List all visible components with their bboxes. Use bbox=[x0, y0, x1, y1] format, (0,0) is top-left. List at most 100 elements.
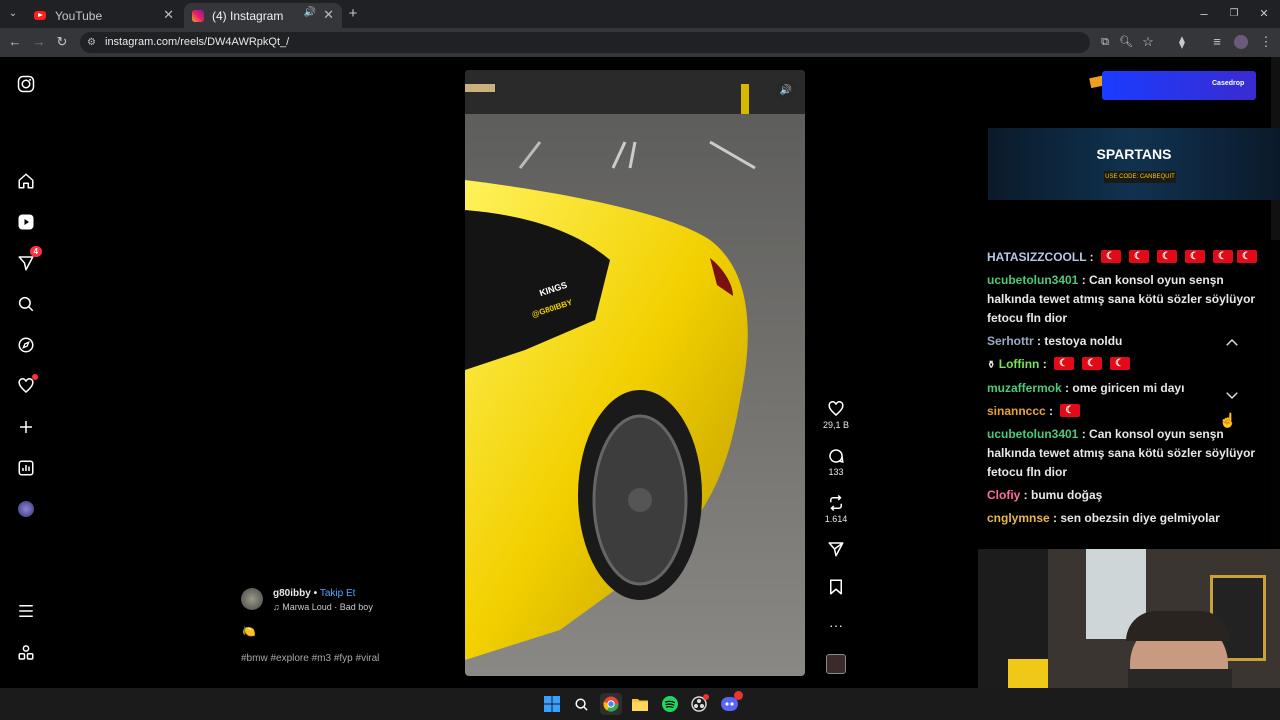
chat-username: ucubetolun3401 bbox=[987, 427, 1079, 441]
chat-message: ucubetolun3401 : Can konsol oyun senşn h… bbox=[987, 273, 1256, 325]
close-window-icon[interactable]: ✕ bbox=[1256, 6, 1272, 22]
speaker-icon[interactable]: 🔊 bbox=[304, 7, 316, 18]
previous-reel-chevron-up-icon[interactable] bbox=[1212, 334, 1252, 360]
audio-line[interactable]: ♫ Marwa Loud · Bad boy bbox=[273, 602, 373, 612]
windows-start-icon[interactable] bbox=[541, 693, 563, 715]
notification-dot bbox=[32, 374, 38, 380]
next-reel-chevron-down-icon[interactable] bbox=[1212, 386, 1252, 412]
chat-username: muzaffermok bbox=[987, 381, 1062, 395]
repost-action[interactable]: 1.614 bbox=[822, 492, 850, 524]
recording-dot bbox=[703, 694, 709, 700]
dashboard-icon[interactable] bbox=[16, 458, 36, 478]
messages-icon[interactable]: 4 bbox=[16, 246, 42, 273]
hashtags[interactable]: #bmw #explore #m3 #fyp #viral bbox=[241, 653, 379, 664]
also-from-meta-icon[interactable] bbox=[16, 643, 36, 663]
turkey-flag-icon bbox=[1101, 247, 1121, 266]
author-avatar[interactable] bbox=[241, 588, 263, 610]
turkey-flag-icon bbox=[1237, 247, 1257, 266]
instagram-sidebar bbox=[0, 57, 52, 687]
url-text: instagram.com/reels/DW4AWRpkQt_/ bbox=[105, 36, 290, 48]
discord-icon[interactable] bbox=[718, 691, 743, 715]
obs-icon[interactable] bbox=[688, 693, 710, 715]
more-menu-icon[interactable] bbox=[16, 601, 36, 621]
mouse-cursor-hand-icon: ☝ bbox=[1219, 412, 1237, 428]
forward-icon[interactable]: → bbox=[31, 34, 47, 50]
menu-icon[interactable]: ⋮ bbox=[1258, 34, 1274, 50]
create-icon[interactable] bbox=[16, 417, 36, 437]
spotify-icon[interactable] bbox=[659, 693, 681, 715]
close-tab-icon[interactable]: ✕ bbox=[163, 7, 174, 23]
reload-icon[interactable]: ↻ bbox=[54, 34, 70, 50]
repost-icon[interactable] bbox=[822, 492, 850, 514]
tab-title: YouTube bbox=[55, 8, 103, 23]
explore-icon[interactable] bbox=[16, 335, 36, 355]
repost-count: 1.614 bbox=[824, 514, 848, 524]
chat-username: Loffinn bbox=[998, 357, 1040, 371]
extensions-icon[interactable]: ⧫ bbox=[1174, 34, 1190, 50]
reel-video[interactable]: KINGS @G80IBBY 🔊 bbox=[465, 70, 805, 676]
search-icon[interactable] bbox=[16, 294, 36, 314]
comment-icon[interactable] bbox=[822, 445, 850, 467]
separator: • bbox=[313, 588, 318, 599]
casedrop-banner: Casedrop bbox=[1102, 71, 1256, 100]
new-tab-icon[interactable]: + bbox=[345, 6, 361, 22]
restore-icon[interactable]: ❐ bbox=[1226, 6, 1242, 22]
profile-avatar[interactable] bbox=[1234, 35, 1248, 49]
share-icon[interactable] bbox=[822, 538, 850, 560]
turkey-flag-icon bbox=[1110, 354, 1131, 373]
chat-username: Serhottr bbox=[987, 334, 1034, 348]
close-tab-icon[interactable]: ✕ bbox=[323, 7, 334, 23]
chat-message: Clofiy : bumu doğaş bbox=[987, 488, 1103, 502]
turkey-flag-icon bbox=[1082, 354, 1103, 373]
audio-title: Marwa Loud · Bad boy bbox=[282, 602, 373, 612]
sponsor-banner: SPARTANS USE CODE: CANBEQUIT bbox=[988, 128, 1280, 200]
chrome-taskbar-icon[interactable] bbox=[600, 693, 622, 715]
chat-username: Clofiy bbox=[987, 488, 1021, 502]
cast-icon[interactable]: ⧉ bbox=[1097, 34, 1113, 50]
zoom-icon[interactable]: 🔍︎ bbox=[1118, 34, 1134, 50]
profile-avatar[interactable] bbox=[16, 499, 36, 519]
home-icon[interactable] bbox=[16, 171, 36, 191]
like-action[interactable]: 29,1 B bbox=[822, 398, 850, 430]
media-control-icon[interactable]: ≡ bbox=[1209, 34, 1225, 50]
tab-youtube[interactable]: YouTube ✕ bbox=[26, 3, 182, 28]
save-action[interactable] bbox=[822, 576, 850, 598]
tab-search-icon[interactable]: ⌄ bbox=[5, 6, 21, 22]
turkey-flag-icon bbox=[1157, 247, 1177, 266]
chat-username: cnglymnse bbox=[987, 511, 1050, 525]
bookmark-icon[interactable] bbox=[822, 576, 850, 598]
turkey-flag-icon bbox=[1060, 401, 1081, 420]
comment-action[interactable]: 133 bbox=[822, 445, 850, 477]
instagram-favicon-icon bbox=[192, 9, 204, 22]
audio-thumbnail[interactable] bbox=[826, 654, 846, 674]
heart-icon[interactable] bbox=[822, 398, 850, 420]
like-count: 29,1 B bbox=[822, 420, 850, 430]
caption: 🍋 bbox=[242, 626, 256, 638]
chat-text: ome giricen mi dayı bbox=[1072, 381, 1185, 395]
tab-instagram[interactable]: (4) Instagram 🔊 ✕ bbox=[184, 3, 342, 28]
music-note-icon: ♫ bbox=[273, 602, 280, 612]
address-bar[interactable]: ⚙ instagram.com/reels/DW4AWRpkQt_/ bbox=[80, 32, 1090, 53]
notifications-heart-icon[interactable] bbox=[16, 374, 38, 396]
follow-button[interactable]: Takip Et bbox=[320, 588, 356, 599]
taskbar-search-icon[interactable] bbox=[570, 693, 592, 715]
share-action[interactable] bbox=[822, 538, 850, 560]
site-info-icon[interactable]: ⚙ bbox=[87, 32, 96, 53]
audio-toggle-icon[interactable]: 🔊 bbox=[775, 80, 797, 102]
turkey-flag-icon bbox=[1185, 247, 1205, 266]
chat-text: sen obezsin diye gelmiyolar bbox=[1060, 511, 1220, 525]
minimize-icon[interactable]: – bbox=[1196, 6, 1212, 22]
author-username[interactable]: g80ibby bbox=[273, 588, 311, 599]
reels-icon[interactable] bbox=[16, 212, 36, 232]
discord-badge bbox=[734, 691, 743, 700]
instagram-logo-icon[interactable] bbox=[16, 74, 36, 94]
turkey-flag-icon bbox=[1054, 354, 1075, 373]
sponsor-name: SPARTANS bbox=[1096, 146, 1172, 162]
tab-title: (4) Instagram bbox=[212, 8, 284, 23]
file-explorer-icon[interactable] bbox=[629, 693, 651, 715]
notification-badge: 4 bbox=[29, 246, 42, 257]
more-options-icon[interactable]: ··· bbox=[822, 614, 850, 636]
bookmark-star-icon[interactable]: ☆ bbox=[1140, 34, 1156, 50]
back-icon[interactable]: ← bbox=[7, 34, 23, 50]
author-line: g80ibby • Takip Et bbox=[273, 588, 355, 599]
